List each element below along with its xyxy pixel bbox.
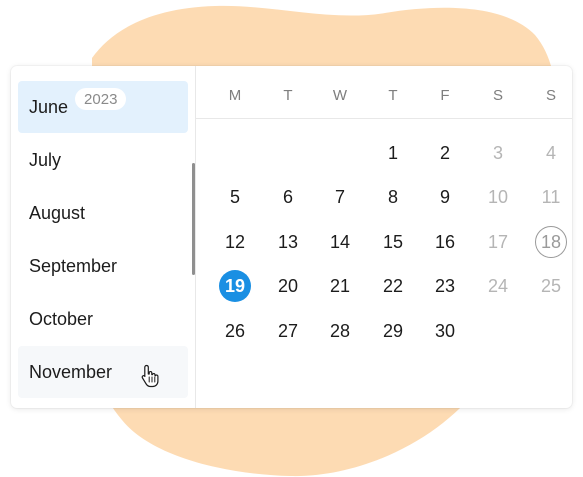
day-cell[interactable]: 4 — [535, 137, 567, 169]
day-cell-today[interactable]: 18 — [535, 226, 567, 258]
weekday-monday: M — [228, 87, 242, 104]
month-item-july[interactable]: July — [18, 134, 188, 186]
day-cell[interactable]: 2 — [429, 137, 461, 169]
weekday-saturday: S — [492, 87, 503, 104]
day-cell[interactable]: 6 — [272, 181, 304, 213]
month-item-september[interactable]: September — [18, 240, 188, 292]
day-cell[interactable]: 5 — [219, 181, 251, 213]
day-cell[interactable]: 3 — [482, 137, 514, 169]
day-cell[interactable]: 29 — [377, 315, 409, 347]
day-cell[interactable]: 16 — [429, 226, 461, 258]
date-picker-card: June 2023 July August September October … — [11, 66, 572, 408]
weekday-sunday: S — [545, 87, 556, 104]
month-label: September — [29, 255, 118, 276]
month-label: October — [29, 308, 94, 329]
day-cell[interactable]: 22 — [377, 270, 409, 302]
month-label: August — [29, 202, 86, 223]
month-label: July — [29, 149, 62, 170]
month-item-june[interactable]: June 2023 — [18, 81, 188, 133]
day-cell-selected[interactable]: 19 — [219, 270, 251, 302]
day-cell[interactable]: 24 — [482, 270, 514, 302]
day-cell[interactable]: 12 — [219, 226, 251, 258]
calendar-grid: M T W T F S S 1 2 3 4 5 6 7 8 9 10 11 12 13 14 15 16 17 1… — [196, 66, 572, 408]
year-badge: 2023 — [75, 88, 127, 110]
day-cell[interactable]: 11 — [535, 181, 567, 213]
hand-pointer-icon — [141, 364, 159, 388]
month-label: November — [29, 361, 113, 382]
day-cell[interactable]: 30 — [429, 315, 461, 347]
day-cell[interactable]: 25 — [535, 270, 567, 302]
weekday-tuesday: T — [283, 87, 293, 104]
month-list: June 2023 July August September October … — [11, 66, 195, 408]
day-cell[interactable]: 27 — [272, 315, 304, 347]
day-cell[interactable]: 23 — [429, 270, 461, 302]
day-cell[interactable]: 13 — [272, 226, 304, 258]
day-cell[interactable]: 1 — [377, 137, 409, 169]
weekday-friday: F — [440, 87, 450, 104]
day-cell[interactable]: 17 — [482, 226, 514, 258]
weekday-thursday: T — [388, 87, 398, 104]
day-cell[interactable]: 21 — [324, 270, 356, 302]
day-cell[interactable]: 7 — [324, 181, 356, 213]
month-item-october[interactable]: October — [18, 293, 188, 345]
day-cell[interactable]: 15 — [377, 226, 409, 258]
month-label: June — [29, 96, 69, 117]
day-cell[interactable]: 14 — [324, 226, 356, 258]
day-cell[interactable]: 26 — [219, 315, 251, 347]
weekday-header: M T W T F S S — [196, 66, 572, 118]
month-item-august[interactable]: August — [18, 187, 188, 239]
weekday-wednesday: W — [332, 87, 348, 104]
month-item-november[interactable]: November — [18, 346, 188, 398]
day-cell[interactable]: 10 — [482, 181, 514, 213]
day-cell[interactable]: 9 — [429, 181, 461, 213]
day-cell[interactable]: 8 — [377, 181, 409, 213]
header-divider — [196, 118, 572, 119]
day-cell[interactable]: 20 — [272, 270, 304, 302]
day-cell[interactable]: 28 — [324, 315, 356, 347]
